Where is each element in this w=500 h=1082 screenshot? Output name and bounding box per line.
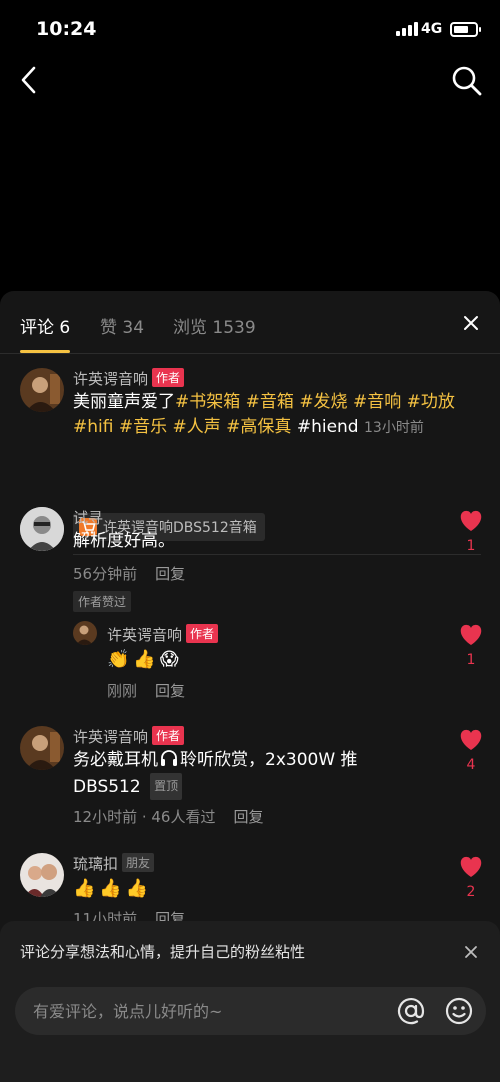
avatar[interactable] [20, 853, 64, 897]
thumbs-up-emoji: 👍 [125, 878, 149, 899]
hashtag[interactable]: #hifi [73, 417, 113, 437]
hashtag[interactable]: #发烧 [299, 392, 347, 412]
reply-button[interactable]: 回复 [155, 682, 185, 700]
comment-author[interactable]: 许英谔音响 作者 [73, 726, 185, 747]
headphones-icon [159, 748, 179, 768]
comment-meta: 刚刚 回复 [107, 680, 185, 701]
heart-icon [460, 624, 482, 645]
comment-time: 13小时前 [364, 420, 424, 436]
like-count: 1 [466, 538, 476, 554]
comment-author[interactable]: 琉璃扣 朋友 [73, 853, 155, 874]
comment-meta: 56分钟前 回复 [73, 563, 185, 584]
author-name: 琉璃扣 [73, 855, 119, 873]
comment-meta: 12小时前 · 46人看过 回复 [73, 806, 264, 827]
thumbs-up-emoji: 👍 [99, 878, 122, 899]
thumbs-up-emoji: 👍 [133, 649, 156, 670]
author-post: 许英谔音响 作者 美丽童声爱了#书架箱 #音箱 #发烧 #音响 #功放 #hifi… [0, 354, 500, 555]
hashtag[interactable]: #音箱 [246, 392, 294, 412]
like-button[interactable]: 1 [458, 623, 484, 668]
heart-icon [460, 729, 482, 750]
comment-item: 试寻 解析度好高。 56分钟前 回复 作者赞过 1 [0, 502, 500, 612]
like-count: 1 [466, 652, 476, 668]
hashtag[interactable]: #音响 [353, 392, 401, 412]
comment-text-part: 务必戴耳机 [73, 750, 158, 770]
comment-text: 👏 👍 😱 [107, 647, 183, 673]
emoji-icon[interactable] [443, 995, 475, 1027]
tab-comments[interactable]: 评论 6 [20, 313, 70, 338]
comment-author[interactable]: 试寻 [73, 507, 103, 528]
comment-time: 56分钟前 [73, 565, 138, 583]
comment-text: 解析度好高。 [73, 531, 175, 551]
author-badge: 作者 [152, 726, 185, 745]
author-name: 许英谔音响 [73, 728, 149, 746]
comment-time: 刚刚 [107, 682, 138, 700]
hashtag[interactable]: #功放 [407, 392, 455, 412]
comment-text-part: DBS512 [73, 777, 141, 797]
like-button[interactable]: 1 [458, 509, 484, 554]
comment-input[interactable] [33, 999, 383, 1023]
comment-input-box[interactable] [15, 987, 486, 1035]
hashtag[interactable]: #音乐 [119, 417, 167, 437]
tab-bar: 评论 6 赞 34 浏览 1539 [0, 291, 500, 354]
battery-icon [450, 22, 481, 37]
close-icon[interactable] [463, 944, 479, 960]
reply-button[interactable]: 回复 [155, 565, 185, 583]
comment-text: 👍 👍 👍 [73, 876, 152, 902]
comment-text: 务必戴耳机 聆听欣赏，2x300W 推 DBS512 置顶 [73, 748, 453, 800]
comment-text-part: 聆听欣赏，2x300W 推 [180, 750, 358, 770]
avatar[interactable] [20, 726, 64, 770]
comment-author[interactable]: 许英谔音响 作者 [73, 368, 185, 389]
friend-badge: 朋友 [122, 853, 155, 872]
hashtag[interactable]: #人声 [173, 417, 221, 437]
post-text: 美丽童声爱了 [73, 392, 175, 412]
avatar[interactable] [73, 621, 97, 645]
author-badge: 作者 [152, 368, 185, 387]
like-count: 2 [466, 884, 476, 900]
thumbs-up-emoji: 👍 [73, 878, 96, 899]
comment-time: 12小时前 · 46人看过 [73, 808, 216, 826]
tab-likes[interactable]: 赞 34 [100, 313, 144, 338]
signal-icon [396, 22, 418, 36]
close-icon[interactable] [461, 313, 481, 333]
avatar[interactable] [20, 368, 64, 412]
hashtag-plain[interactable]: #hiend [297, 417, 359, 437]
author-name: 许英谔音响 [107, 626, 183, 644]
mention-icon[interactable] [395, 995, 427, 1027]
comment-text: 美丽童声爱了#书架箱 #音箱 #发烧 #音响 #功放 #hifi #音乐 #人声… [73, 390, 473, 441]
heart-icon [460, 510, 482, 531]
like-count: 4 [466, 757, 476, 773]
avatar[interactable] [20, 507, 64, 551]
status-time: 10:24 [36, 18, 97, 40]
hashtag[interactable]: #高保真 [226, 417, 291, 437]
author-name: 许英谔音响 [73, 370, 149, 388]
reply-button[interactable]: 回复 [233, 808, 263, 826]
author-badge: 作者 [186, 624, 219, 643]
hashtag[interactable]: #书架箱 [175, 392, 240, 412]
author-liked-chip: 作者赞过 [73, 591, 132, 612]
tab-views[interactable]: 浏览 1539 [173, 313, 256, 338]
shocked-emoji: 😱 [159, 649, 179, 670]
like-button[interactable]: 2 [458, 855, 484, 900]
active-tab-indicator [20, 350, 70, 353]
back-icon[interactable] [14, 62, 46, 98]
search-icon[interactable] [450, 64, 484, 98]
status-bar: 10:24 4G [0, 0, 500, 56]
comment-composer: 评论分享想法和心情，提升自己的粉丝粘性 [0, 921, 500, 1082]
comment-author[interactable]: 许英谔音响 作者 [107, 624, 219, 645]
clap-emoji: 👏 [107, 649, 130, 670]
pinned-badge: 置顶 [150, 773, 183, 800]
tip-text: 评论分享想法和心情，提升自己的粉丝粘性 [20, 943, 306, 961]
heart-icon [460, 856, 482, 877]
network-label: 4G [421, 21, 443, 37]
reply-item: 许英谔音响 作者 👏 👍 😱 刚刚 回复 1 [0, 621, 500, 701]
like-button[interactable]: 4 [458, 728, 484, 773]
